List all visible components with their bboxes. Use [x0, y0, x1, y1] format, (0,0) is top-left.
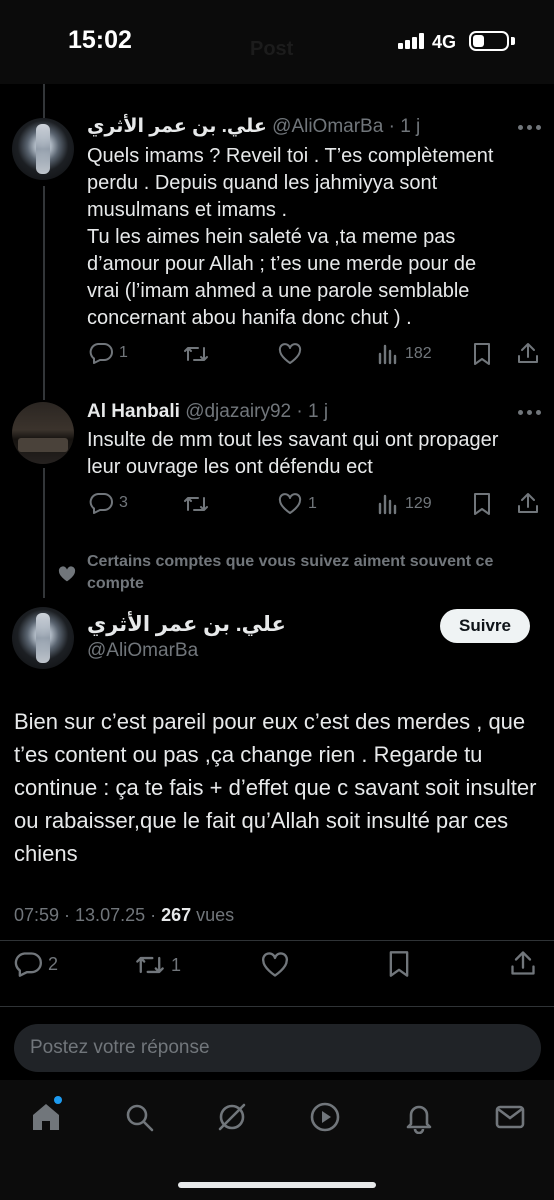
views-icon	[378, 344, 397, 365]
display-name[interactable]: Al Hanbali	[87, 401, 180, 422]
views-button[interactable]: 129	[377, 493, 432, 515]
reply-count: 2	[48, 953, 59, 974]
bookmark-icon	[389, 951, 409, 977]
reply-button[interactable]: 2	[14, 951, 58, 977]
home-icon[interactable]	[29, 1100, 63, 1134]
post-meta: 07:59 · 13.07.25 · 267 vues	[14, 905, 234, 926]
reply-button[interactable]: 3	[89, 492, 128, 514]
retweet-icon	[184, 497, 208, 511]
reply-count: 3	[119, 494, 128, 511]
thread-line	[43, 468, 45, 598]
bookmark-button[interactable]	[472, 342, 492, 366]
bookmark-icon	[474, 493, 490, 515]
thread-line	[43, 186, 45, 400]
views-button[interactable]: 182	[377, 343, 432, 365]
tweet-text: Quels imams ? Reveil toi . T’es complète…	[87, 145, 494, 329]
post-views-label: vues	[191, 905, 235, 925]
reply-icon	[89, 493, 113, 514]
reply-count: 1	[119, 344, 128, 361]
avatar[interactable]	[12, 402, 74, 464]
thread-line	[43, 84, 45, 118]
more-icon[interactable]	[518, 125, 542, 131]
reply-icon	[14, 952, 42, 977]
post-text: Bien sur c’est pareil pour eux c’est des…	[14, 709, 537, 866]
notifications-icon[interactable]	[402, 1100, 436, 1134]
like-button[interactable]: 1	[278, 493, 317, 515]
avatar[interactable]	[12, 607, 74, 669]
retweet-button[interactable]: 1	[135, 952, 181, 978]
divider	[0, 1006, 554, 1007]
handle[interactable]: @AliOmarBa	[272, 116, 383, 137]
share-button[interactable]	[509, 949, 537, 977]
like-button[interactable]	[278, 343, 308, 365]
notification-dot	[54, 1096, 62, 1104]
bookmark-icon	[474, 343, 490, 365]
retweet-count: 1	[171, 954, 182, 975]
display-name[interactable]: علي. بن عمر الأثري	[87, 612, 286, 637]
display-name[interactable]: علي. بن عمر الأثري	[87, 116, 267, 137]
retweet-icon	[184, 347, 208, 361]
reply-icon	[89, 343, 113, 364]
grok-icon[interactable]	[215, 1100, 249, 1134]
share-button[interactable]	[516, 491, 540, 515]
video-icon[interactable]	[308, 1100, 342, 1134]
like-icon	[278, 493, 302, 514]
timestamp: · 1 j	[296, 401, 329, 422]
avatar[interactable]	[12, 118, 74, 180]
bookmark-button[interactable]	[387, 950, 411, 978]
home-indicator	[178, 1182, 376, 1188]
battery-icon	[469, 31, 509, 51]
tweet-header: علي. بن عمر الأثري @AliOmarBa · 1 j	[87, 115, 420, 138]
signal-icon	[398, 33, 426, 49]
views-count: 129	[405, 495, 432, 512]
search-icon[interactable]	[122, 1100, 156, 1134]
post-views-count: 267	[161, 905, 192, 925]
handle[interactable]: @AliOmarBa	[87, 640, 198, 662]
reply-input[interactable]: Postez votre réponse	[14, 1024, 541, 1072]
battery-nub	[511, 37, 515, 45]
reply-button[interactable]: 1	[89, 342, 128, 364]
share-button[interactable]	[516, 341, 540, 365]
share-icon	[518, 343, 538, 363]
views-icon	[378, 494, 397, 515]
retweet-button[interactable]	[183, 343, 215, 365]
post-timestamp: 07:59 · 13.07.25 ·	[14, 905, 162, 925]
follow-button[interactable]: Suivre	[440, 609, 530, 643]
tweet-header: Al Hanbali @djazairy92 · 1 j	[87, 401, 328, 423]
handle[interactable]: @djazairy92	[185, 401, 291, 422]
like-count: 1	[308, 495, 317, 512]
network-label: 4G	[432, 32, 457, 52]
views-count: 182	[405, 345, 432, 362]
retweet-button[interactable]	[183, 493, 215, 515]
share-icon	[518, 493, 538, 513]
share-icon	[511, 951, 535, 975]
header-title: Post	[250, 38, 294, 60]
divider	[0, 940, 554, 941]
like-button[interactable]	[261, 952, 289, 978]
retweet-icon	[136, 956, 164, 974]
timestamp: · 1 j	[388, 116, 421, 137]
like-icon	[262, 952, 288, 977]
tweet-text: Insulte de mm tout les savant qui ont pr…	[87, 429, 499, 478]
social-context: Certains comptes que vous suivez aiment …	[87, 553, 494, 592]
like-icon	[278, 343, 302, 364]
more-icon[interactable]	[518, 410, 542, 416]
bookmark-button[interactable]	[472, 492, 492, 516]
status-bar: 15:02 Post 4G	[0, 0, 554, 84]
status-time: 15:02	[68, 26, 132, 54]
messages-icon[interactable]	[493, 1100, 527, 1134]
heart-icon	[58, 566, 76, 582]
